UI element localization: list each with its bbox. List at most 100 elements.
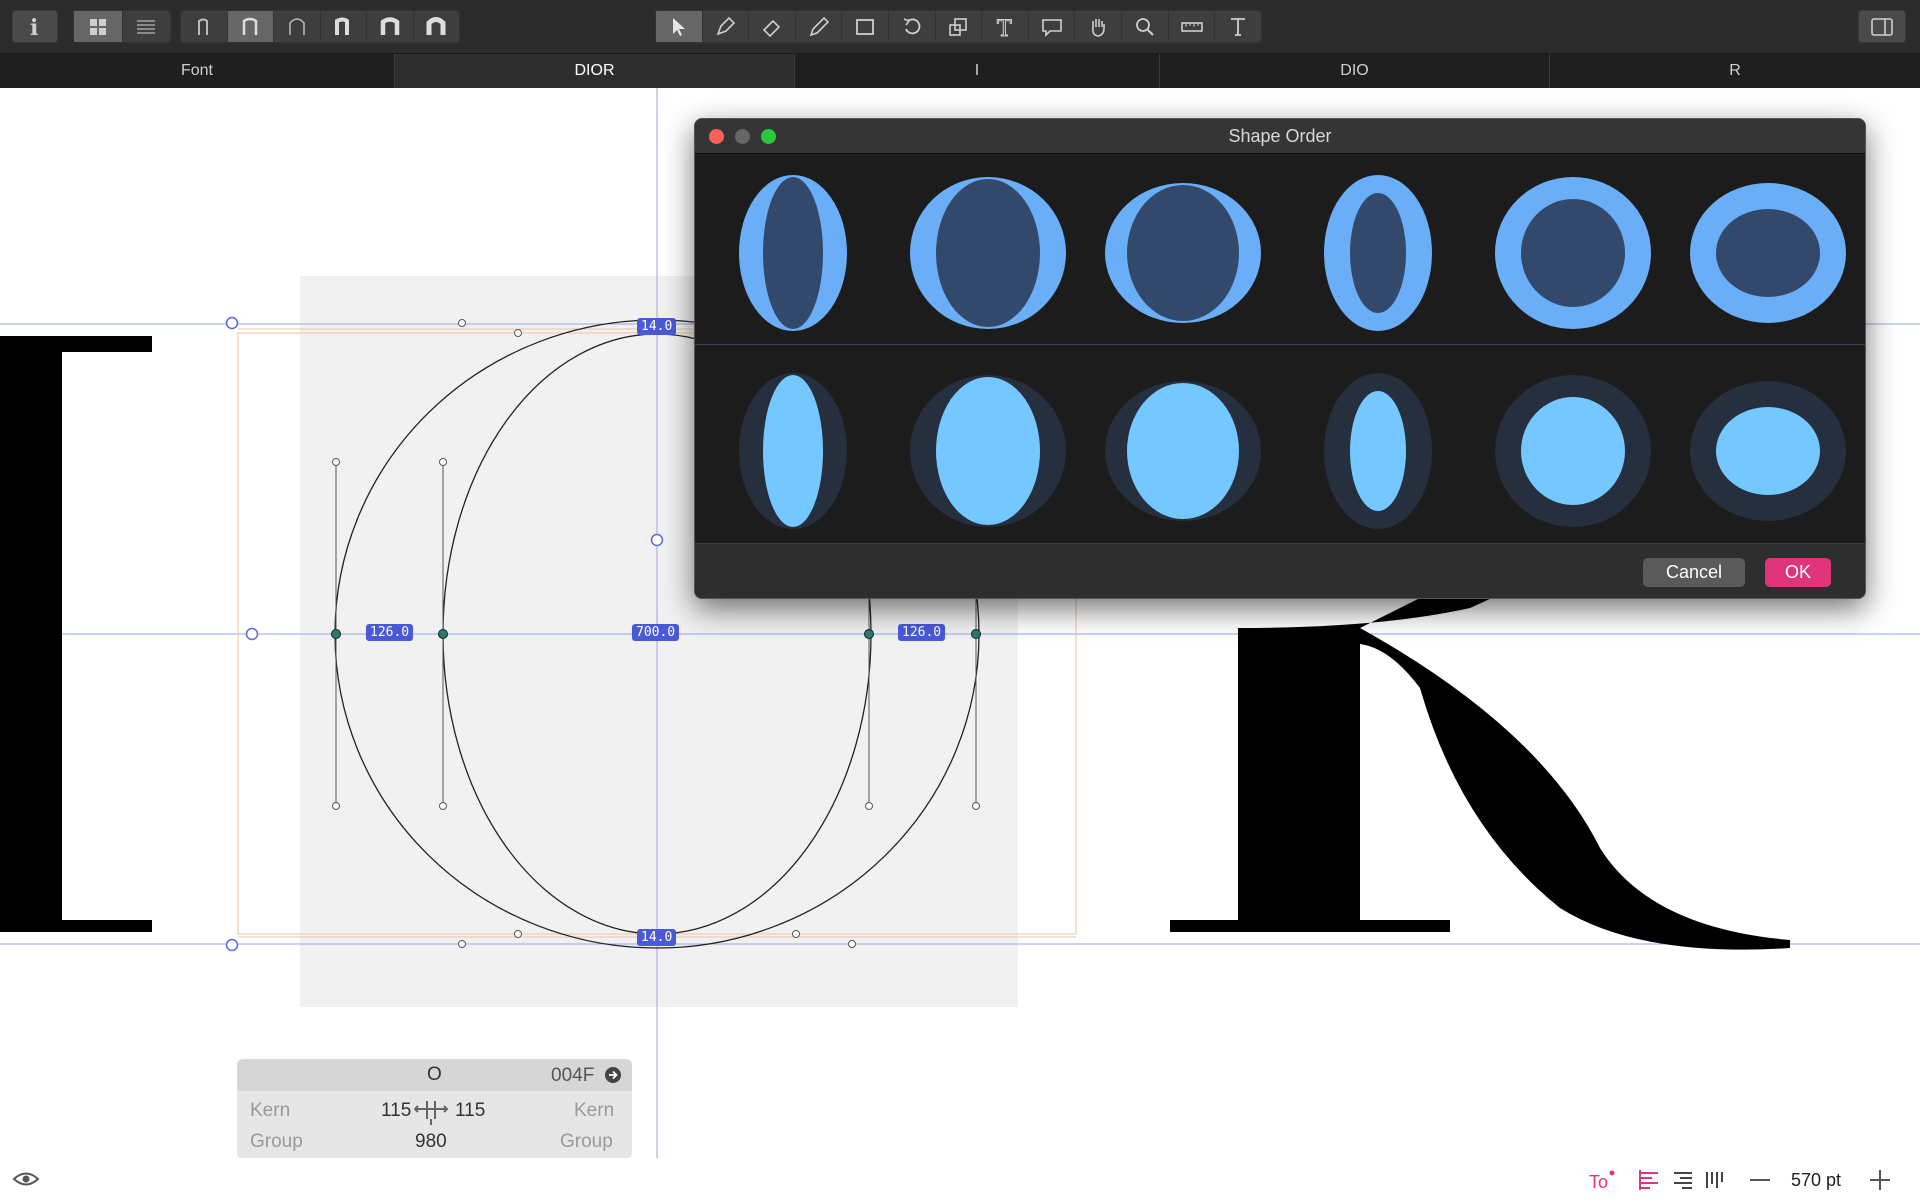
tab-dior[interactable]: DIOR — [395, 54, 795, 88]
hand-tool[interactable] — [1075, 11, 1123, 42]
sidebar-toggle-button[interactable] — [1858, 10, 1906, 43]
inner-shape-option-6[interactable] — [1690, 381, 1846, 521]
glyph-n-bold-icon — [335, 17, 350, 35]
pen-tool[interactable] — [703, 11, 750, 42]
zoom-in-icon[interactable] — [1870, 1170, 1890, 1190]
glyph-n-outline-icon — [289, 17, 305, 35]
pointer-icon — [672, 17, 685, 36]
inner-shape-option-5[interactable] — [1495, 375, 1651, 527]
inner-shape-option-2[interactable] — [910, 375, 1066, 527]
svg-text:i: i — [30, 15, 38, 40]
list-icon — [137, 19, 156, 34]
glyph-style-segment[interactable] — [180, 10, 460, 43]
drawing-tools-segment[interactable]: T — [655, 10, 1262, 43]
tab-dio[interactable]: DIO — [1160, 54, 1550, 88]
type-tool[interactable] — [1215, 11, 1261, 42]
measure-top-label: 14.0 — [637, 318, 677, 335]
tab-bar: Font DIOR I DIO R — [0, 54, 1920, 88]
glyph-name: O — [427, 1064, 442, 1085]
shape-order-row-outer — [695, 153, 1865, 343]
rotate-icon — [903, 17, 921, 34]
glyph-info-panel: O 004F Kern 115 115 Kern Group 980 Group — [237, 1059, 632, 1159]
pencil-icon — [809, 16, 829, 36]
metrics-link-icon[interactable] — [414, 1097, 448, 1127]
glyph-style-4[interactable] — [321, 11, 367, 42]
measure-bottom-label: 14.0 — [637, 929, 677, 946]
view-mode-segment[interactable] — [73, 10, 171, 43]
inner-shape-option-3[interactable] — [1105, 381, 1261, 521]
glyph-n-thin-icon — [197, 18, 208, 35]
text-options-icon[interactable]: To — [1588, 1168, 1616, 1192]
inner-shape-option-4[interactable] — [1324, 373, 1432, 529]
grid-icon — [89, 18, 106, 35]
tab-i[interactable]: I — [795, 54, 1160, 88]
outer-shape-option-5[interactable] — [1495, 177, 1651, 329]
zoom-level[interactable]: 570 pt — [1791, 1170, 1841, 1191]
arrow-circle-right-icon[interactable] — [604, 1066, 622, 1084]
outer-shape-option-1[interactable] — [739, 175, 847, 331]
dialog-footer: Cancel OK — [695, 543, 1865, 598]
zoom-out-icon[interactable] — [1750, 1178, 1770, 1182]
list-view-button[interactable] — [123, 11, 171, 42]
glyph-n-regular-icon — [243, 17, 258, 35]
measure-left-label: 126.0 — [366, 624, 414, 641]
rotate-tool[interactable] — [889, 11, 936, 42]
glyph-style-5[interactable] — [367, 11, 414, 42]
glyph-info-header: O 004F — [237, 1059, 632, 1091]
scale-tool[interactable] — [936, 11, 983, 42]
align-right-icon[interactable] — [1672, 1170, 1694, 1190]
svg-text:To: To — [1589, 1172, 1608, 1192]
measure-right-label: 126.0 — [898, 624, 946, 641]
outer-shape-option-4[interactable] — [1324, 175, 1432, 331]
shape-order-row-inner — [695, 351, 1865, 541]
type-cursor-icon — [1231, 17, 1246, 36]
inner-shape-option-1[interactable] — [739, 373, 847, 529]
left-kern-label: Kern — [250, 1100, 291, 1121]
ok-button[interactable]: OK — [1765, 558, 1831, 587]
comment-tool[interactable] — [1029, 11, 1076, 42]
info-button[interactable]: i — [12, 10, 58, 43]
glyph-n-black-icon — [426, 16, 446, 35]
ruler-tool[interactable] — [1169, 11, 1216, 42]
shape-order-dialog: Shape Order Cancel OK — [694, 118, 1866, 599]
glyph-width-value[interactable]: 980 — [415, 1131, 447, 1153]
svg-text:T: T — [997, 17, 1012, 39]
hand-icon — [1092, 18, 1106, 37]
tab-r[interactable]: R — [1550, 54, 1920, 88]
left-sidebearing-value[interactable]: 115 — [381, 1100, 411, 1122]
scale-icon — [949, 17, 968, 36]
align-left-icon[interactable] — [1638, 1170, 1660, 1190]
eye-icon[interactable] — [12, 1170, 40, 1188]
magnifier-icon — [1135, 17, 1154, 36]
glyph-style-2[interactable] — [227, 11, 274, 42]
info-icon: i — [30, 15, 38, 40]
outer-shape-option-3[interactable] — [1105, 183, 1261, 323]
rectangle-tool[interactable] — [842, 11, 890, 42]
glyph-style-3[interactable] — [274, 11, 321, 42]
main-toolbar: i T — [0, 0, 1920, 54]
glyph-n-heavy-icon — [380, 16, 399, 35]
glyph-unicode: 004F — [551, 1065, 595, 1086]
measure-center-label: 700.0 — [632, 624, 680, 641]
text-icon: T — [997, 16, 1013, 39]
status-bar: To 570 pt — [0, 1158, 1920, 1200]
pencil-tool[interactable] — [796, 11, 843, 42]
glyph-style-1[interactable] — [181, 11, 228, 42]
outer-shape-option-6[interactable] — [1690, 183, 1846, 323]
pointer-tool[interactable] — [656, 11, 703, 42]
outer-shape-option-2[interactable] — [910, 177, 1066, 329]
text-tool[interactable]: T — [982, 11, 1029, 42]
vertical-lines-icon[interactable] — [1704, 1170, 1724, 1190]
speech-bubble-icon — [1041, 18, 1062, 37]
ruler-icon — [1180, 21, 1203, 32]
sidebar-icon — [1871, 17, 1893, 36]
tab-font[interactable]: Font — [0, 54, 395, 88]
right-kern-label: Kern — [574, 1100, 615, 1121]
zoom-tool[interactable] — [1122, 11, 1169, 42]
right-sidebearing-value[interactable]: 115 — [455, 1100, 485, 1122]
cancel-button[interactable]: Cancel — [1643, 558, 1745, 587]
glyph-style-6[interactable] — [414, 11, 460, 42]
eraser-tool[interactable] — [749, 11, 796, 42]
dialog-titlebar: Shape Order — [695, 119, 1865, 154]
grid-view-button[interactable] — [74, 11, 123, 42]
